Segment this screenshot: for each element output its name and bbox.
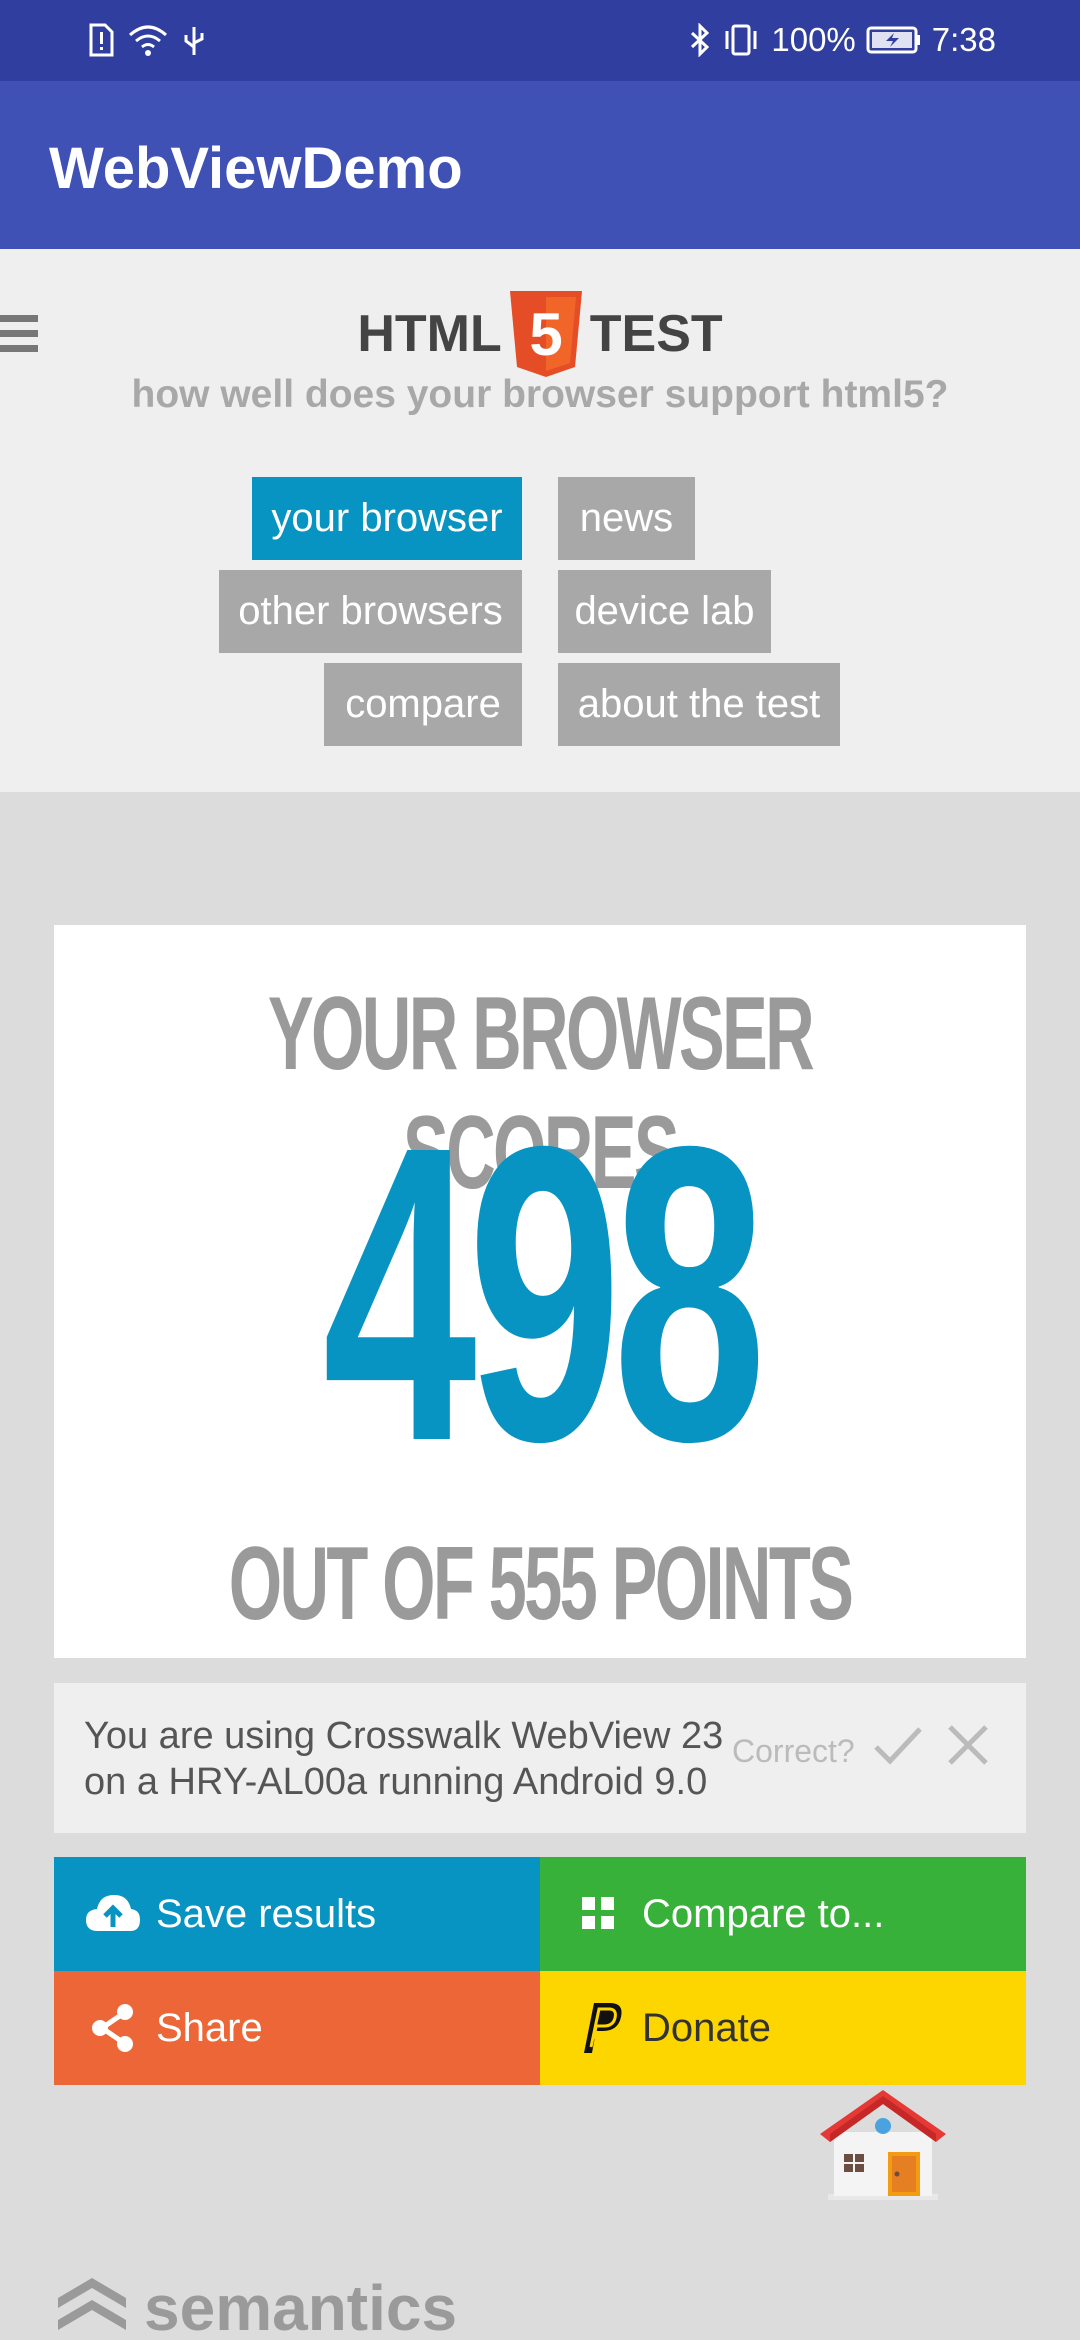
sponsor-semantics[interactable]: semantics [54, 2268, 457, 2340]
sponsor-name: semantics [144, 2272, 458, 2340]
alert-icon [89, 23, 114, 57]
detection-line-1: You are using Crosswalk WebView 23 [84, 1715, 724, 1757]
grid-icon [582, 1897, 614, 1929]
save-results-button[interactable]: Save results [54, 1857, 540, 1971]
html5test-logo[interactable]: HTML 5 TEST [0, 291, 1080, 377]
status-right-icons: 100% 7:38 [689, 18, 996, 62]
save-results-label: Save results [156, 1892, 377, 1936]
score-card: YOUR BROWSER SCORES 498 OUT OF 555 POINT… [54, 925, 1026, 1658]
score-total: OUT OF 555 POINTS [228, 1526, 854, 1642]
nav-your-browser[interactable]: your browser [252, 477, 522, 560]
detection-text: You are using Crosswalk WebView 23 on a … [84, 1713, 774, 1805]
cloud-upload-icon [86, 1895, 140, 1931]
battery-percent: 100% [771, 21, 856, 58]
app-bar: WebViewDemo [0, 81, 1080, 249]
nav-device-lab[interactable]: device lab [558, 570, 771, 653]
semantics-logo-icon [58, 2278, 126, 2330]
battery-icon [866, 26, 920, 54]
site-header: HTML 5 TEST how well does your browser s… [0, 249, 1080, 792]
donate-button[interactable]: Donate [540, 1971, 1026, 2085]
compare-to-label: Compare to... [642, 1892, 885, 1936]
vibrate-icon [725, 24, 757, 56]
wifi-icon [129, 25, 167, 56]
nav-other-browsers[interactable]: other browsers [219, 570, 522, 653]
logo-test-text: TEST [589, 305, 723, 363]
status-left-icons [88, 18, 206, 62]
bluetooth-icon [691, 23, 710, 57]
donate-label: Donate [642, 2006, 771, 2050]
html5-shield-icon: 5 [509, 291, 582, 377]
share-button[interactable]: Share [54, 1971, 540, 2085]
correct-prompt: Correct? [732, 1733, 855, 1769]
share-icon [92, 2004, 133, 2052]
logo-html-text: HTML [357, 305, 502, 363]
compare-to-button[interactable]: Compare to... [540, 1857, 1026, 1971]
check-icon[interactable] [872, 1719, 924, 1771]
status-bar: 100% 7:38 [0, 0, 1080, 81]
usb-icon [184, 27, 204, 55]
tagline: how well does your browser support html5… [131, 373, 949, 416]
paypal-icon [584, 2003, 622, 2053]
browser-detection-notice: You are using Crosswalk WebView 23 on a … [54, 1683, 1026, 1833]
clock: 7:38 [931, 21, 996, 58]
close-icon[interactable] [946, 1723, 990, 1767]
share-label: Share [156, 2006, 263, 2050]
score-value: 498 [322, 1060, 767, 1529]
app-title: WebViewDemo [49, 136, 463, 201]
nav-compare[interactable]: compare [324, 663, 522, 746]
detection-line-2: on a HRY-AL00a running Android 9.0 [84, 1761, 708, 1803]
nav-news[interactable]: news [558, 477, 695, 560]
logo-number: 5 [529, 301, 562, 368]
nav-about-the-test[interactable]: about the test [558, 663, 840, 746]
house-icon[interactable] [818, 2082, 948, 2202]
